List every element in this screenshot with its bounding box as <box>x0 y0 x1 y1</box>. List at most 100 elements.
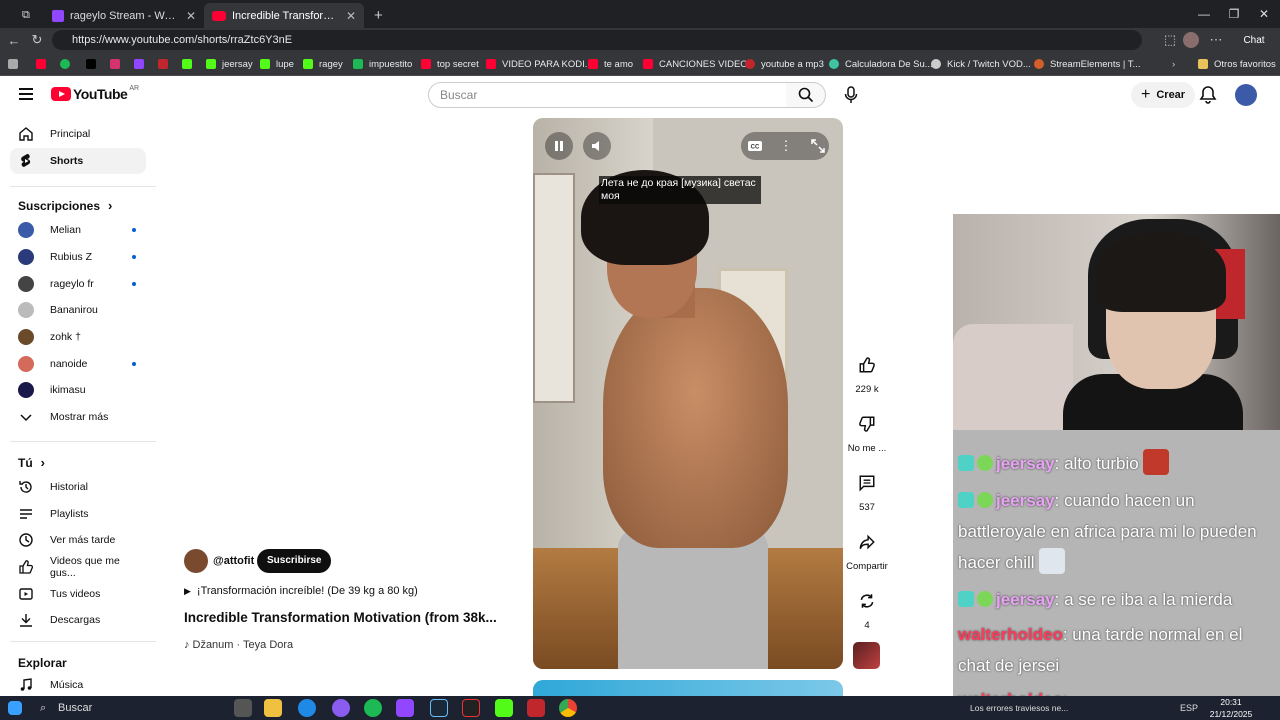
obs-icon[interactable] <box>462 699 480 717</box>
app-icon[interactable] <box>332 699 350 717</box>
fullscreen-button[interactable] <box>806 134 830 158</box>
youtube-logo[interactable]: YouTube AR <box>51 85 139 102</box>
sidebar-item-principal[interactable]: Principal <box>10 121 146 147</box>
edge-icon[interactable] <box>298 699 316 717</box>
close-icon[interactable]: ✕ <box>186 9 196 23</box>
bookmark-other-favorites[interactable]: Otros favoritos <box>1198 56 1276 72</box>
bookmark-te-amo[interactable]: te amo <box>588 56 633 72</box>
close-icon[interactable]: ✕ <box>346 9 356 23</box>
bookmark-impuestito[interactable]: impuestito <box>353 56 412 72</box>
windows-start-icon[interactable] <box>8 701 22 715</box>
chevron-right-icon[interactable]: › <box>1172 56 1175 72</box>
shorts-video-player[interactable]: CC ⋮ Лета не до края [музика] светас моя <box>533 118 843 669</box>
bookmark-youtube-mp3[interactable]: youtube a mp3 <box>745 56 824 72</box>
remix-icon <box>852 586 882 616</box>
volume-button[interactable] <box>583 132 611 160</box>
subscribe-button[interactable]: Suscribirse <box>257 549 332 573</box>
bookmark-streamelements[interactable]: StreamElements | T... <box>1034 56 1140 72</box>
subscription-rubius-z[interactable]: Rubius Z <box>10 244 146 270</box>
sidebar-item-shorts[interactable]: Shorts <box>10 148 146 174</box>
notifications-button[interactable] <box>1196 83 1220 107</box>
task-view-icon[interactable] <box>234 699 252 717</box>
video-title[interactable]: Incredible Transformation Motivation (fr… <box>184 610 497 625</box>
like-button[interactable]: 229 k <box>846 350 888 395</box>
bookmark-youtube[interactable] <box>36 56 52 72</box>
captions-button[interactable]: CC <box>743 134 767 158</box>
comments-button[interactable]: 537 <box>846 468 888 513</box>
steam-icon[interactable] <box>430 699 448 717</box>
bookmark-x[interactable] <box>86 56 102 72</box>
channel-name[interactable]: @attofit <box>213 555 254 567</box>
bookmark-top-secret[interactable]: top secret <box>421 56 479 72</box>
kick-icon[interactable] <box>495 699 513 717</box>
url-field[interactable]: https://www.youtube.com/shorts/rraZtc6Y3… <box>52 30 1142 50</box>
show-more-button[interactable]: Mostrar más <box>10 404 146 430</box>
bookmark-lupe[interactable]: lupe <box>260 56 294 72</box>
voice-search-button[interactable] <box>838 82 864 108</box>
bookmark-green[interactable] <box>60 56 76 72</box>
bookmark-canciones[interactable]: CANCIONES VIDEOS <box>643 56 754 72</box>
menu-icon[interactable]: ⋯ <box>1206 30 1226 50</box>
youtube-icon <box>212 10 226 21</box>
music-info[interactable]: ♪ Džanum · Teya Dora <box>184 639 293 651</box>
bookmark-instagram[interactable] <box>110 56 126 72</box>
chevron-right-icon: › <box>108 198 113 213</box>
bookmark-icon-item[interactable] <box>8 56 24 72</box>
window-close-button[interactable]: ✕ <box>1246 0 1280 28</box>
sidebar-item-liked-videos[interactable]: Videos que me gus... <box>10 554 146 580</box>
search-input[interactable]: Buscar <box>428 82 787 108</box>
app-icon[interactable] <box>396 699 414 717</box>
pause-button[interactable] <box>545 132 573 160</box>
bookmark-ragey[interactable]: ragey <box>303 56 343 72</box>
remix-button[interactable]: 4 <box>846 586 888 631</box>
bookmark-twitch[interactable] <box>134 56 150 72</box>
notification-preview[interactable]: Los errores traviesos ne... <box>970 696 1068 720</box>
chrome-icon[interactable] <box>559 699 577 717</box>
bookmark-calculadora[interactable]: Calculadora De Su... <box>829 56 933 72</box>
back-button[interactable]: ← <box>4 30 24 50</box>
tab-twitch[interactable]: rageylo Stream - Watch Live o ✕ <box>44 3 204 28</box>
dislike-button[interactable]: No me ... <box>846 409 888 454</box>
subscription-bananirou[interactable]: Bananirou <box>10 297 146 323</box>
create-button[interactable]: + Crear <box>1131 82 1196 108</box>
app-icon[interactable] <box>527 699 545 717</box>
tab-actions-button[interactable]: ⧉ <box>14 3 44 28</box>
extensions-icon[interactable]: ⬚ <box>1160 30 1180 50</box>
sidebar-item-your-videos[interactable]: Tus videos <box>10 581 146 607</box>
sidebar-item-music[interactable]: Música <box>10 672 146 696</box>
audio-thumbnail[interactable] <box>853 642 880 669</box>
subscriptions-heading[interactable]: Suscripciones › <box>18 198 112 213</box>
divider <box>10 186 156 187</box>
new-tab-button[interactable]: + <box>366 3 386 28</box>
share-button[interactable]: Compartir <box>846 527 888 572</box>
account-avatar[interactable] <box>1235 84 1257 106</box>
menu-hamburger-icon[interactable] <box>19 88 33 100</box>
reload-button[interactable]: ↻ <box>27 30 47 50</box>
sidebar-item-historial[interactable]: Historial <box>10 474 146 500</box>
tab-youtube[interactable]: Incredible Transformation Mo ✕ <box>204 3 364 28</box>
bookmark-kick[interactable] <box>182 56 198 72</box>
bookmark-video-kodi[interactable]: VIDEO PARA KODI... <box>486 56 593 72</box>
sidebar-item-playlists[interactable]: Playlists <box>10 501 146 527</box>
profile-icon[interactable] <box>1183 32 1199 48</box>
you-heading[interactable]: Tú › <box>18 455 45 470</box>
spotify-icon[interactable] <box>364 699 382 717</box>
system-clock[interactable]: 20:31 21/12/2025 <box>1196 696 1266 720</box>
subscription-ikimasu[interactable]: ikimasu <box>10 377 146 403</box>
file-explorer-icon[interactable] <box>264 699 282 717</box>
sidebar-item-watch-later[interactable]: Ver más tarde <box>10 527 146 553</box>
taskbar-search[interactable]: ⌕ Buscar <box>34 698 204 718</box>
sidebar-item-downloads[interactable]: Descargas <box>10 607 146 633</box>
subscription-zohk[interactable]: zohk † <box>10 324 146 350</box>
subscription-rageylo-fr[interactable]: rageylo fr <box>10 271 146 297</box>
chat-button[interactable]: Chat <box>1232 30 1276 50</box>
bookmark-kick-twitch-vod[interactable]: Kick / Twitch VOD... <box>931 56 1031 72</box>
channel-avatar[interactable] <box>184 549 208 573</box>
search-button[interactable] <box>786 82 826 108</box>
bookmark-red[interactable] <box>158 56 174 72</box>
subscription-melian[interactable]: Melian <box>10 217 146 243</box>
more-options-button[interactable]: ⋮ <box>774 134 798 158</box>
video-description[interactable]: ▶ ¡Transformación increíble! (De 39 kg a… <box>184 585 418 597</box>
subscription-nanoide[interactable]: nanoide <box>10 351 146 377</box>
bookmark-jeersay[interactable]: jeersay <box>206 56 253 72</box>
